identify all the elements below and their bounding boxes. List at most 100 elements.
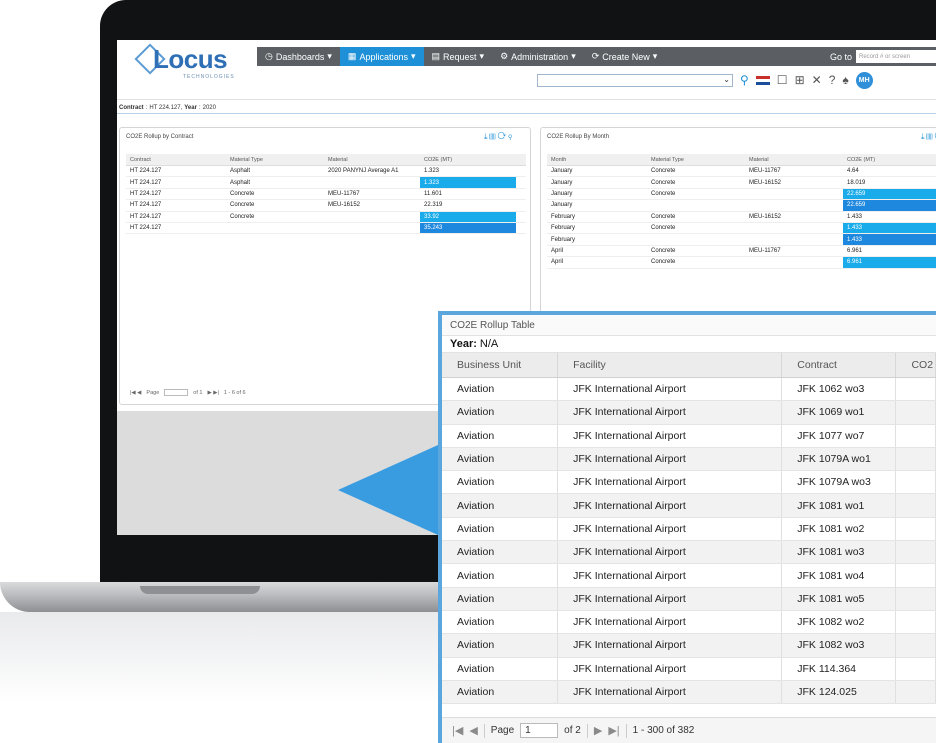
table-row[interactable]: Aviation JFK International Airport JFK 106…: [442, 401, 936, 425]
context-select[interactable]: ⌄: [537, 73, 733, 87]
table-cell: JFK 1069 wo1: [782, 401, 897, 424]
create-icon: ⟳: [591, 51, 600, 61]
last-page-icon[interactable]: ▶ ▶|: [207, 390, 218, 396]
table-row[interactable]: Aviation JFK International Airport JFK 107…: [442, 471, 936, 495]
col-month[interactable]: Month: [547, 154, 647, 165]
col-facility[interactable]: Facility: [558, 353, 783, 377]
col-business-unit[interactable]: Business Unit: [442, 353, 559, 377]
last-page-icon[interactable]: ▶|: [608, 724, 619, 737]
table-row[interactable]: HT 224.127 Concrete MEU-11767 11.601: [126, 189, 526, 201]
help-icon[interactable]: ?: [829, 74, 836, 86]
pager-input[interactable]: [164, 389, 189, 396]
table-row[interactable]: January Concrete MEU-11767 4.64: [547, 166, 936, 178]
table-row[interactable]: Aviation JFK International Airport JFK 108…: [442, 541, 936, 565]
table-row[interactable]: HT 224.127 35.243: [126, 222, 526, 235]
table-cell: Aviation: [442, 657, 559, 680]
table-row[interactable]: Aviation JFK International Airport JFK 107…: [442, 424, 936, 448]
table-cell: HT 224.127: [130, 202, 162, 209]
table-cell: January: [551, 179, 573, 186]
table-cell: Aviation: [442, 541, 559, 564]
nav-administration[interactable]: ⚙ Administration ▾: [492, 47, 584, 66]
col-material-type[interactable]: Material Type: [647, 154, 745, 165]
table-cell: Aviation: [442, 447, 559, 471]
table-cell: 22.659: [843, 188, 936, 200]
nav-dashboards[interactable]: ◷ Dashboards ▾: [257, 47, 340, 66]
col-material[interactable]: Material: [745, 154, 843, 165]
nav-applications[interactable]: ▦ Applications ▾: [339, 47, 424, 66]
first-page-icon[interactable]: |◀ ◀: [130, 390, 141, 396]
first-page-icon[interactable]: |◀: [452, 724, 463, 737]
table-cell: MEU-16152: [328, 202, 361, 209]
table-row[interactable]: Aviation JFK International Airport JFK 124…: [442, 680, 936, 705]
table-cell: 35.243: [420, 222, 516, 234]
table-cell: [226, 223, 324, 233]
panel-title: CO2E Rollup by Contract: [126, 134, 194, 140]
bookmark-icon[interactable]: ☐: [777, 74, 788, 86]
pager-page-input[interactable]: 1: [520, 723, 559, 738]
table-cell: Aviation: [442, 564, 559, 587]
table-row[interactable]: February Concrete 1.433: [547, 222, 936, 235]
col-material[interactable]: Material: [324, 154, 420, 165]
table-cell: MEU-11767: [749, 168, 781, 175]
table-row[interactable]: Aviation JFK International Airport JFK 108…: [442, 610, 936, 635]
panel-tool-icons[interactable]: ⤓▥⟳: [921, 132, 936, 142]
bell-icon[interactable]: ♠: [842, 74, 848, 86]
table-cell: JFK International Airport: [558, 517, 783, 541]
chevron-down-icon: ⌄: [723, 74, 730, 84]
table-row[interactable]: HT 224.127 Concrete 33.92: [126, 211, 526, 223]
user-avatar[interactable]: MH: [855, 71, 873, 89]
table-row[interactable]: Aviation JFK International Airport JFK 108…: [442, 517, 936, 542]
table-cell: February: [551, 213, 576, 220]
table-cell: 1.433: [843, 222, 936, 234]
table-row[interactable]: Aviation JFK International Airport JFK 108…: [442, 587, 936, 611]
table-row[interactable]: Aviation JFK International Airport JFK 108…: [442, 564, 936, 588]
table-row[interactable]: January Concrete MEU-16152 18.019: [547, 177, 936, 189]
table-cell: HT 224.127: [130, 168, 162, 175]
table-row[interactable]: HT 224.127 Asphalt 1.323: [126, 177, 526, 189]
prev-page-icon[interactable]: ◀: [469, 724, 477, 737]
table-row[interactable]: HT 224.127 Asphalt 2020 PANYNJ Average A1 1…: [126, 166, 526, 178]
table-row[interactable]: January Concrete 22.659: [547, 188, 936, 201]
table-row[interactable]: Aviation JFK International Airport JFK 106…: [442, 378, 936, 402]
col-contract[interactable]: Contract: [782, 353, 897, 377]
nav-request[interactable]: ▤ Request ▾: [424, 47, 493, 66]
table-cell: February: [551, 236, 576, 243]
table-row[interactable]: April Concrete MEU-11767 6.961: [547, 246, 936, 258]
table-cell: Aviation: [442, 471, 559, 494]
table-cell: MEU-16152: [749, 213, 782, 220]
table-row[interactable]: February Concrete MEU-16152 1.433: [547, 212, 936, 223]
us-flag-icon[interactable]: [755, 75, 770, 85]
next-page-icon[interactable]: ▶: [594, 724, 602, 737]
goto-input[interactable]: Record # or screen: [856, 50, 936, 63]
table-row[interactable]: Aviation JFK International Airport JFK 108…: [442, 634, 936, 658]
table-row[interactable]: HT 224.127 Concrete MEU-16152 22.319: [126, 200, 526, 212]
table-cell: JFK International Airport: [558, 424, 783, 447]
table-cell: JFK International Airport: [558, 564, 783, 587]
chevron-down-icon: ▾: [327, 51, 332, 61]
nav-applications-label: Applications: [359, 51, 408, 62]
table-row[interactable]: Aviation JFK International Airport JFK 108…: [442, 494, 936, 518]
table-row[interactable]: February 1.433: [547, 234, 936, 246]
table-row[interactable]: Aviation JFK International Airport JFK 114…: [442, 657, 936, 681]
table-cell: JFK 1081 wo5: [782, 587, 897, 610]
locus-logo[interactable]: Locus TECHNOLOGIES: [134, 43, 239, 86]
col-material-type[interactable]: Material Type: [226, 154, 324, 165]
nav-create-new[interactable]: ⟳ Create New ▾: [584, 47, 666, 66]
table-cell: HT 224.127: [130, 190, 162, 197]
table-row[interactable]: Aviation JFK International Airport JFK 107…: [442, 447, 936, 472]
tools-icon[interactable]: ✕: [812, 74, 822, 86]
table-row[interactable]: January 22.659: [547, 200, 936, 212]
table-cell: [896, 494, 936, 517]
table-row[interactable]: April Concrete 6.961: [547, 257, 936, 269]
map-pin-icon[interactable]: ⚲: [740, 74, 749, 86]
table-cell: 6.961: [847, 247, 863, 254]
table-cell: JFK International Airport: [558, 541, 783, 564]
col-co2e[interactable]: CO2E (MT): [420, 154, 516, 165]
col-contract[interactable]: Contract: [126, 154, 226, 165]
secondary-toolbar: ⌄ ⚲ ☐ ⊞ ✕ ? ♠ MH: [537, 70, 936, 90]
col-co2e[interactable]: CO2E (MT): [843, 154, 936, 165]
col-co2e[interactable]: CO2: [896, 353, 936, 377]
panel-tool-icons[interactable]: ⤓▥⟳⚲: [484, 132, 514, 142]
pager-range: 1 - 6 of 6: [223, 389, 246, 396]
apps-grid-icon[interactable]: ⊞: [795, 74, 805, 86]
